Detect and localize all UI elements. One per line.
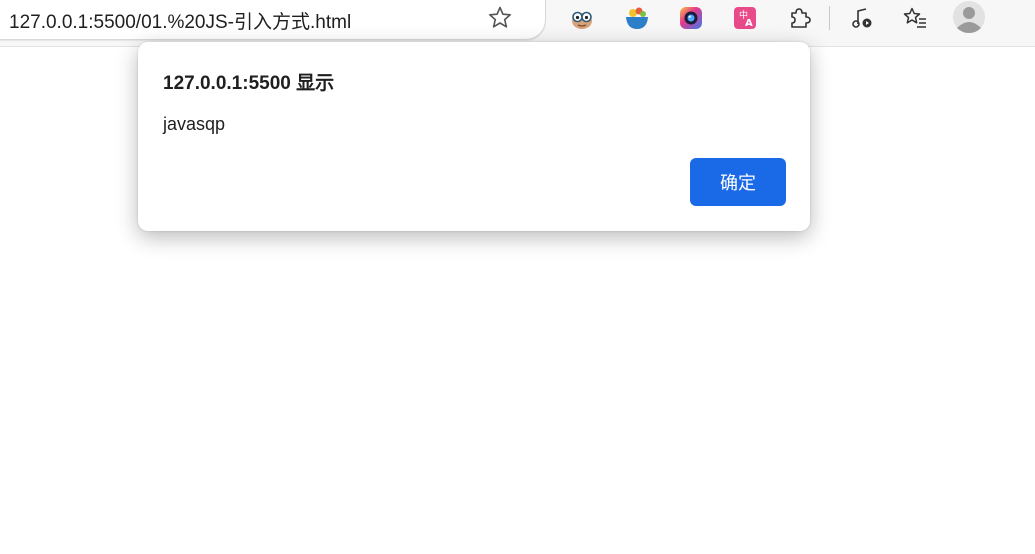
extension-camera-icon[interactable] (677, 4, 705, 32)
extension-bowl-icon[interactable] (623, 4, 651, 32)
extension-eyes-icon[interactable] (568, 4, 596, 32)
profile-avatar-icon[interactable] (951, 0, 987, 36)
dialog-title: 127.0.0.1:5500 显示 (163, 73, 335, 94)
address-bar[interactable]: 127.0.0.1:5500/01.%20JS-引入方式.html (0, 0, 546, 40)
toolbar-separator (829, 6, 830, 30)
favorites-list-icon[interactable] (901, 4, 929, 32)
dialog-message: javasqp (163, 114, 226, 134)
extensions-puzzle-icon[interactable] (785, 4, 813, 32)
url-text[interactable]: 127.0.0.1:5500/01.%20JS-引入方式.html (9, 7, 351, 34)
svg-text:A: A (745, 18, 753, 29)
translate-icon[interactable]: 中 A (731, 4, 759, 32)
ok-button[interactable]: 确定 (690, 158, 786, 206)
alert-dialog: 127.0.0.1:5500 显示 javasqp 确定 (138, 42, 810, 231)
favorite-star-icon[interactable] (486, 4, 514, 32)
media-music-icon[interactable] (848, 4, 876, 32)
browser-toolbar: 127.0.0.1:5500/01.%20JS-引入方式.html 中 A (0, 0, 1035, 47)
